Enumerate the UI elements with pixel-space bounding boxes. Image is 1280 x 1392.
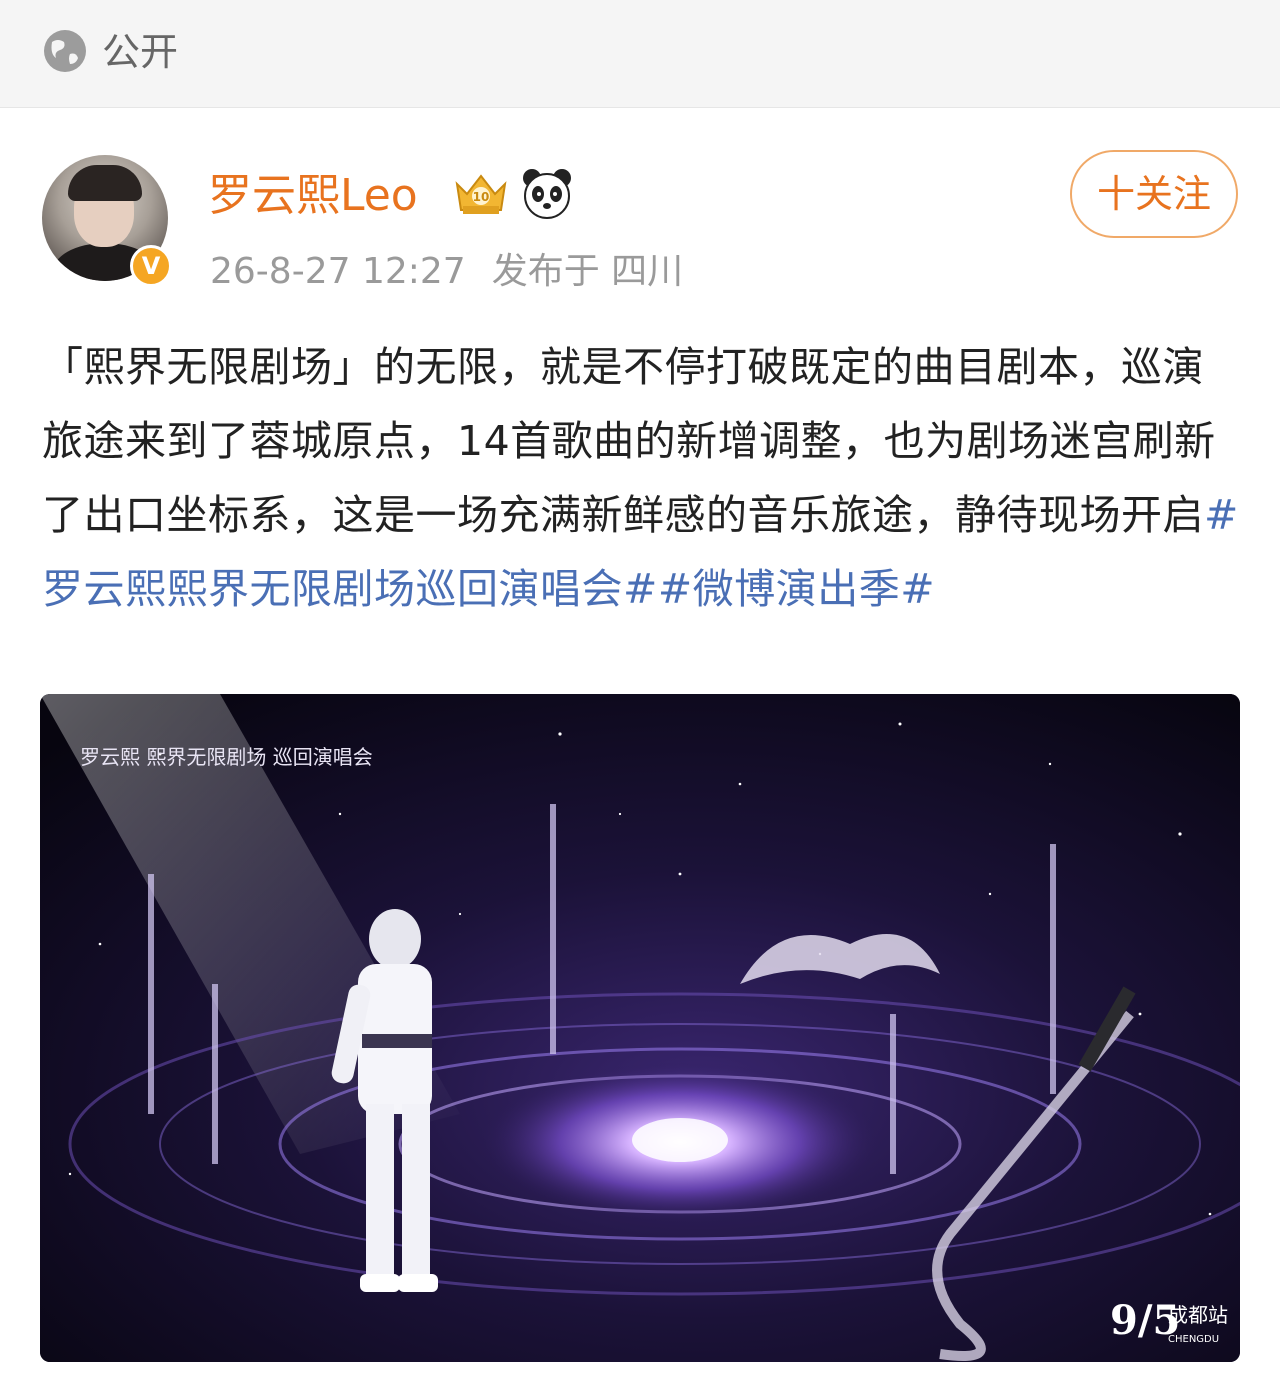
- author-name[interactable]: 罗云熙Leo: [208, 168, 418, 224]
- concert-city-en: CHENGDU: [1168, 1334, 1219, 1345]
- post-body: 「熙界无限剧场」的无限，就是不停打破既定的曲目剧本，巡演旅途来到了蓉城原点，14…: [42, 330, 1242, 626]
- verified-badge: V: [130, 245, 172, 287]
- post-image[interactable]: 罗云熙 熙界无限剧场 巡回演唱会 9/5 成都站 CHENGDU: [40, 694, 1240, 1362]
- crown-level-icon: 10: [455, 174, 507, 214]
- follow-button[interactable]: 十关注: [1070, 150, 1238, 238]
- visibility-label: 公开: [102, 30, 179, 74]
- hashtag-link[interactable]: #微博演出季#: [658, 565, 935, 613]
- panda-icon: [523, 169, 571, 219]
- post-date: 26-8-27 12:27: [210, 251, 466, 292]
- post-text: 「熙界无限剧场」的无限，就是不停打破既定的曲目剧本，巡演旅途来到了蓉城原点，14…: [42, 343, 1216, 539]
- globe-icon: [44, 30, 86, 72]
- post-meta: 26-8-27 12:27 发布于 四川: [210, 248, 709, 296]
- concert-title: 罗云熙 熙界无限剧场 巡回演唱会: [80, 745, 373, 769]
- post-location: 发布于 四川: [491, 251, 684, 292]
- svg-text:10: 10: [473, 190, 490, 204]
- visibility-bar: 公开: [0, 0, 1280, 108]
- concert-city: 成都站: [1168, 1303, 1228, 1327]
